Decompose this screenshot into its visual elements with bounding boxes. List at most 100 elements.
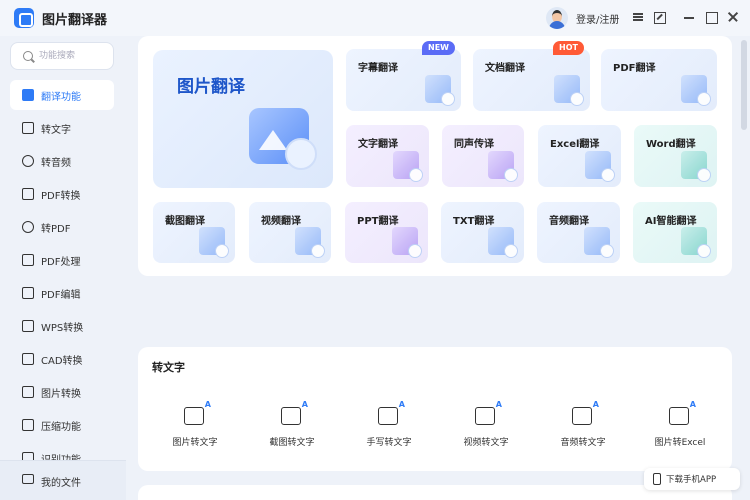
sidebar-item-pdf-edit[interactable]: PDF编辑 — [10, 278, 114, 308]
tile-pdf-translate[interactable]: PDF翻译 — [601, 49, 717, 111]
image-icon — [22, 386, 34, 398]
tile-label: TXT翻译 — [453, 216, 495, 227]
sidebar-item-label: WPS转换 — [41, 323, 84, 334]
tool-label: 音频转文字 — [560, 438, 606, 448]
tile-video-translate[interactable]: 视频翻译 — [249, 202, 331, 263]
pdf-icon — [681, 75, 711, 106]
tile-word-translate[interactable]: Word翻译 — [634, 125, 717, 187]
sidebar-item-label: 翻译功能 — [41, 92, 81, 103]
tool-label: 图片转Excel — [654, 438, 706, 448]
sidebar-item-recognize[interactable]: 识别功能 — [10, 443, 114, 460]
tile-ppt-translate[interactable]: PPT翻译 — [345, 202, 428, 263]
search-icon — [23, 51, 33, 61]
sidebar-item-cad-convert[interactable]: CAD转换 — [10, 344, 114, 374]
image-excel-icon — [669, 400, 696, 425]
tile-ai-translate[interactable]: AI智能翻译 — [633, 202, 717, 263]
wps-icon — [22, 320, 34, 332]
word-icon — [681, 151, 711, 182]
cad-icon — [22, 353, 34, 365]
expand-icon[interactable] — [652, 10, 666, 24]
sidebar-item-label: 图片转换 — [41, 389, 81, 400]
tool-label: 手写转文字 — [366, 438, 412, 448]
tool-screenshot-to-text[interactable]: 截图转文字 — [247, 400, 337, 457]
translate-icon — [22, 89, 34, 101]
pdf-process-icon — [22, 254, 34, 266]
tool-label: 截图转文字 — [269, 438, 315, 448]
tile-label: Excel翻译 — [550, 139, 600, 150]
maximize-icon[interactable] — [704, 10, 718, 24]
voice-icon — [488, 151, 518, 182]
tool-video-to-text[interactable]: 视频转文字 — [441, 400, 531, 457]
sidebar-item-to-audio[interactable]: 转音频 — [10, 146, 114, 176]
tool-handwriting-to-text[interactable]: 手写转文字 — [344, 400, 434, 457]
sidebar-item-label: 压缩功能 — [41, 422, 81, 433]
screenshot-icon — [199, 227, 229, 258]
close-icon[interactable] — [726, 10, 740, 24]
sidebar-item-compress[interactable]: 压缩功能 — [10, 410, 114, 440]
folder-icon — [22, 474, 34, 484]
tool-image-to-text[interactable]: 图片转文字 — [150, 400, 240, 457]
download-app-button[interactable]: 下载手机APP — [644, 468, 740, 490]
tool-audio-to-text[interactable]: 音频转文字 — [538, 400, 628, 457]
search-input[interactable] — [39, 48, 111, 64]
sidebar-item-pdf-process[interactable]: PDF处理 — [10, 245, 114, 275]
sidebar-item-label: 转文字 — [41, 125, 71, 136]
tile-document-translate[interactable]: 文档翻译 HOT — [473, 41, 590, 111]
download-label: 下载手机APP — [666, 475, 717, 485]
app-logo-icon — [14, 8, 34, 28]
tile-label: 字幕翻译 — [358, 63, 398, 74]
tile-excel-translate[interactable]: Excel翻译 — [538, 125, 621, 187]
sidebar-item-image-convert[interactable]: 图片转换 — [10, 377, 114, 407]
to-pdf-icon — [22, 221, 34, 233]
video-icon — [295, 227, 325, 258]
video-text-icon — [475, 400, 502, 425]
menu-icon[interactable] — [631, 10, 645, 24]
sidebar-item-label: 转PDF — [41, 224, 71, 235]
tile-text-translate[interactable]: 文字翻译 — [346, 125, 429, 187]
pdf-edit-icon — [22, 287, 34, 299]
tile-simultaneous-translate[interactable]: 同声传译 — [442, 125, 524, 187]
tile-audio-translate[interactable]: 音频翻译 — [537, 202, 620, 263]
tile-label: 截图翻译 — [165, 216, 205, 227]
ai-robot-icon — [681, 227, 711, 258]
tile-screenshot-translate[interactable]: 截图翻译 — [153, 202, 235, 263]
sidebar-item-to-pdf[interactable]: 转PDF — [10, 212, 114, 242]
tool-image-to-excel[interactable]: 图片转Excel — [635, 400, 725, 457]
my-files-button[interactable]: 我的文件 — [0, 460, 126, 500]
sidebar-item-to-text[interactable]: 转文字 — [10, 113, 114, 143]
text-icon — [22, 122, 34, 134]
tile-label: Word翻译 — [646, 139, 696, 150]
tile-label: PPT翻译 — [357, 216, 399, 227]
audio-text-icon — [572, 400, 599, 425]
tile-subtitle-translate[interactable]: 字幕翻译 NEW — [346, 41, 461, 111]
tile-txt-translate[interactable]: TXT翻译 — [441, 202, 524, 263]
image-translate-icon — [249, 108, 317, 170]
screenshot-text-icon — [281, 400, 308, 425]
image-translate-hero[interactable]: 图片翻译 — [153, 50, 333, 188]
tile-label: 音频翻译 — [549, 216, 589, 227]
audio-icon — [22, 155, 34, 167]
my-files-label: 我的文件 — [41, 478, 81, 489]
excel-icon — [585, 151, 615, 182]
subtitle-icon — [425, 75, 455, 106]
tile-label: 视频翻译 — [261, 216, 301, 227]
avatar[interactable] — [546, 7, 568, 29]
sidebar-item-wps-convert[interactable]: WPS转换 — [10, 311, 114, 341]
tool-label: 视频转文字 — [463, 438, 509, 448]
phone-icon — [653, 473, 661, 485]
new-badge: NEW — [422, 41, 455, 55]
ppt-icon — [392, 227, 422, 258]
compress-icon — [22, 419, 34, 431]
sidebar-item-label: 识别功能 — [41, 451, 81, 460]
minimize-icon[interactable] — [682, 10, 696, 24]
login-link[interactable]: 登录/注册 — [576, 11, 619, 26]
hot-badge: HOT — [553, 41, 584, 55]
sidebar-item-translate[interactable]: 翻译功能 — [10, 80, 114, 110]
scrollbar[interactable] — [741, 40, 747, 130]
next-section-card — [138, 485, 732, 500]
text-icon — [393, 151, 423, 182]
search-box[interactable] — [10, 42, 114, 70]
document-icon — [554, 75, 584, 106]
sidebar-item-pdf-convert[interactable]: PDF转换 — [10, 179, 114, 209]
tile-label: 同声传译 — [454, 139, 494, 150]
